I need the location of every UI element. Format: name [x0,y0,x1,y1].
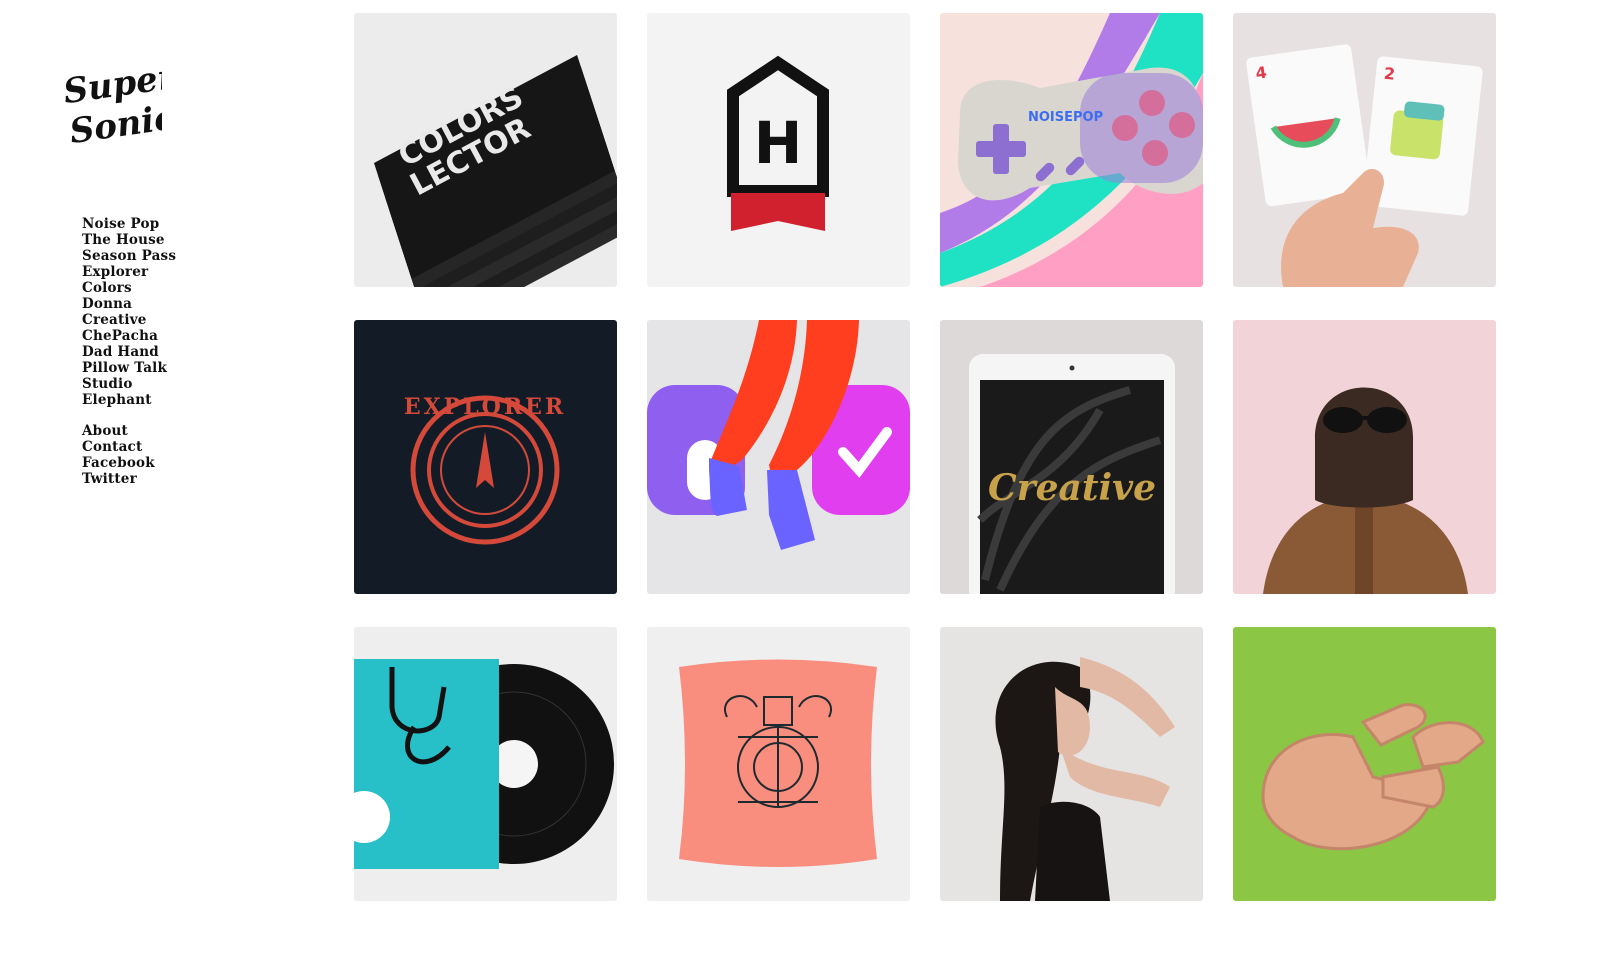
explorer-badge-image: EXPLORER [354,320,617,594]
project-grid: COLORS LECTOR H NOISEPOP 4 2 EXPLORER Cr… [354,13,1496,901]
nav-item-colors[interactable]: Colors [82,280,176,296]
legs-heels-image [647,320,910,594]
nav-item-noise-pop[interactable]: Noise Pop [82,216,176,232]
sunglasses-portrait-image [1233,320,1496,594]
playing-cards-image: 4 2 [1233,13,1496,287]
logo-wordmark: Super Sonic [61,57,180,152]
project-tile-elephant[interactable] [1233,627,1496,901]
svg-text:H: H [754,109,803,177]
svg-text:2: 2 [1383,64,1396,84]
nav-item-facebook[interactable]: Facebook [82,455,176,471]
nav-item-contact[interactable]: Contact [82,439,176,455]
nav-item-explorer[interactable]: Explorer [82,264,176,280]
svg-text:NOISEPOP: NOISEPOP [1028,110,1103,125]
side-nav: Noise Pop The House Season Pass Explorer… [82,216,176,487]
project-tile-chepacha[interactable] [1233,320,1496,594]
creative-tablet-image: Creative [940,320,1203,594]
project-tile-studio[interactable] [940,627,1203,901]
svg-text:EXPLORER: EXPLORER [404,394,566,420]
vinyl-record-image [354,627,617,901]
project-tile-colors[interactable]: COLORS LECTOR [354,13,617,287]
studio-portrait-image [940,627,1203,901]
project-tile-donna[interactable] [647,320,910,594]
nav-item-the-house[interactable]: The House [82,232,176,248]
nav-item-chepacha[interactable]: ChePacha [82,328,176,344]
project-tile-creative[interactable]: Creative [940,320,1203,594]
nav-item-donna[interactable]: Donna [82,296,176,312]
colors-magazine-image: COLORS LECTOR [354,13,617,287]
nav-item-dad-hand[interactable]: Dad Hand [82,344,176,360]
wooden-elephant-image [1233,627,1496,901]
nav-item-studio[interactable]: Studio [82,376,176,392]
logo[interactable]: Super Sonic [61,57,180,152]
nav-item-season-pass[interactable]: Season Pass [82,248,176,264]
nav-item-creative[interactable]: Creative [82,312,176,328]
pillow-image [647,627,910,901]
project-tile-dad-hand[interactable] [354,627,617,901]
nav-item-elephant[interactable]: Elephant [82,392,176,408]
project-tile-pillow-talk[interactable] [647,627,910,901]
svg-text:Creative: Creative [988,467,1156,509]
house-logo-image: H [647,13,910,287]
project-tile-colors-2[interactable]: EXPLORER [354,320,617,594]
project-tile-season-pass[interactable]: NOISEPOP [940,13,1203,287]
project-tile-explorer[interactable]: 4 2 [1233,13,1496,287]
nav-item-about[interactable]: About [82,423,176,439]
noisepop-controller-image: NOISEPOP [940,13,1203,287]
nav-item-twitter[interactable]: Twitter [82,471,176,487]
nav-item-pillow-talk[interactable]: Pillow Talk [82,360,176,376]
project-tile-the-house[interactable]: H [647,13,910,287]
